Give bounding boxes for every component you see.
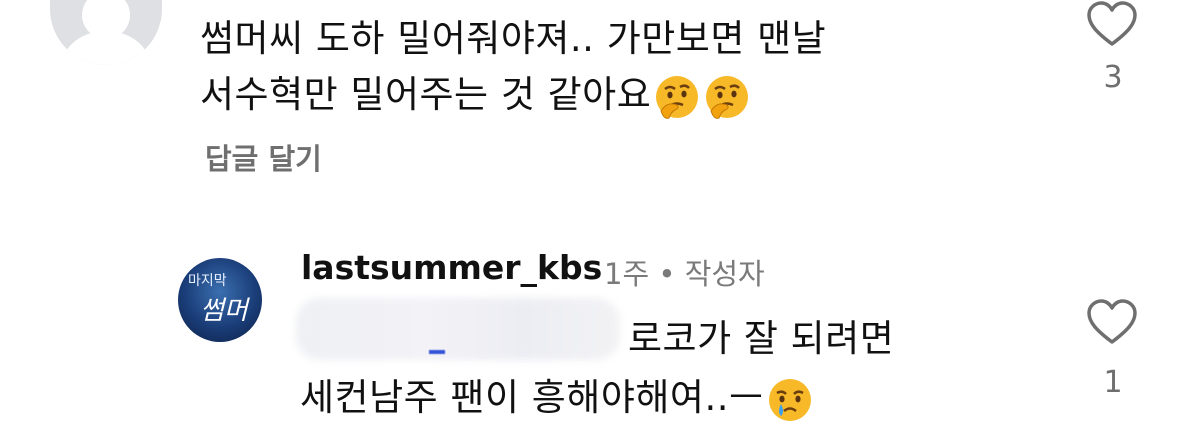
- avatar-body-silhouette: [62, 31, 150, 65]
- reply-button[interactable]: 답글 달기: [205, 136, 322, 178]
- thinking-face-emoji: [706, 75, 749, 119]
- heart-icon[interactable]: [1086, 298, 1138, 346]
- meta-separator: •: [658, 257, 676, 291]
- comment-text-line: 썸머씨 도하 밀어줘야져.. 가만보면 맨날: [200, 17, 827, 60]
- comment-text-line: 세컨남주 팬이 흥해야해여..ㅡ: [300, 370, 814, 426]
- redacted-text-blur: [296, 298, 620, 360]
- redacted-mark: [429, 350, 445, 354]
- comment-meta: 1주 • 작성자: [604, 251, 765, 293]
- like-count: 1: [1103, 365, 1123, 400]
- comment-text-segment: 서수혁만 밀어주는 것 같아요: [200, 73, 652, 116]
- thinking-face-emoji: [656, 75, 699, 119]
- crying-face-emoji: [768, 378, 811, 421]
- avatar-placeholder[interactable]: [50, 0, 162, 65]
- avatar-logo-text: 썸머: [200, 296, 248, 326]
- author-badge: 작성자: [684, 257, 765, 291]
- comment-time: 1주: [604, 257, 650, 291]
- avatar-logo-text: 마지막: [188, 273, 227, 289]
- comment-text-segment: 세컨남주 팬이 흥해야해여..ㅡ: [300, 376, 764, 419]
- username-link[interactable]: lastsummer_kbs: [301, 248, 602, 287]
- like-count: 3: [1103, 60, 1123, 95]
- avatar[interactable]: 마지막 썸머: [178, 258, 262, 342]
- comment-text-line: 서수혁만 밀어주는 것 같아요: [200, 67, 751, 123]
- comment-text-line: 로코가 잘 되려면: [628, 317, 895, 360]
- heart-icon[interactable]: [1086, 0, 1138, 48]
